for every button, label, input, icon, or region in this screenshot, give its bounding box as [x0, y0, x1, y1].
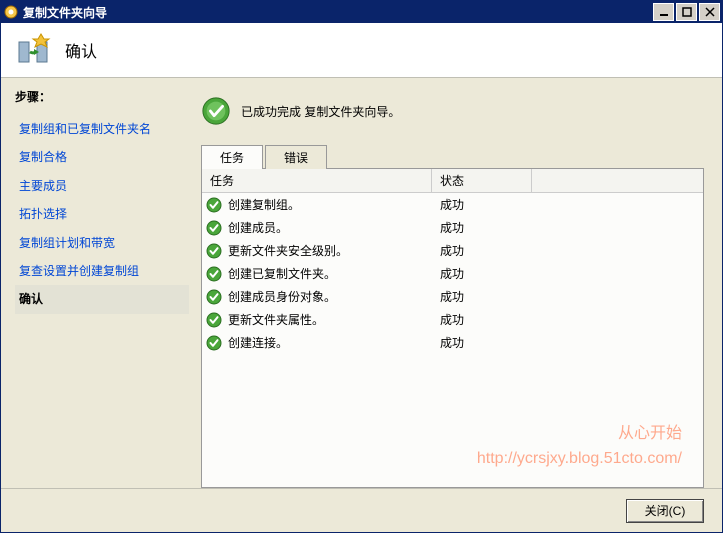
- steps-list: 复制组和已复制文件夹名 复制合格 主要成员 拓扑选择 复制组计划和带宽 复查设置…: [15, 115, 189, 314]
- status-cell: 成功: [436, 218, 536, 237]
- tab-errors[interactable]: 错误: [265, 145, 327, 169]
- task-cell: 创建连接。: [224, 333, 436, 352]
- steps-sidebar: 步骤： 复制组和已复制文件夹名 复制合格 主要成员 拓扑选择 复制组计划和带宽 …: [1, 78, 189, 488]
- wizard-body: 步骤： 复制组和已复制文件夹名 复制合格 主要成员 拓扑选择 复制组计划和带宽 …: [1, 78, 722, 488]
- task-row[interactable]: 创建已复制文件夹。成功: [202, 262, 703, 285]
- status-cell: 成功: [436, 264, 536, 283]
- task-cell: 创建复制组。: [224, 195, 436, 214]
- success-icon: [206, 335, 222, 351]
- wizard-header-icon: [13, 30, 53, 70]
- step-review-create[interactable]: 复查设置并创建复制组: [15, 257, 189, 285]
- status-cell: 成功: [436, 241, 536, 260]
- close-wizard-button[interactable]: 关闭(C): [626, 499, 704, 523]
- step-primary-member[interactable]: 主要成员: [15, 172, 189, 200]
- step-replication-group-name[interactable]: 复制组和已复制文件夹名: [15, 115, 189, 143]
- success-row: 已成功完成 复制文件夹向导。: [201, 96, 704, 126]
- task-cell: 创建已复制文件夹。: [224, 264, 436, 283]
- success-icon: [206, 266, 222, 282]
- main-content: 已成功完成 复制文件夹向导。 任务 错误 任务 状态 创建复制组。成功创建成员。…: [189, 78, 722, 488]
- task-cell: 更新文件夹属性。: [224, 310, 436, 329]
- success-message: 已成功完成 复制文件夹向导。: [241, 103, 400, 120]
- success-icon: [206, 243, 222, 259]
- titlebar: 复制文件夹向导: [1, 1, 722, 23]
- step-confirmation[interactable]: 确认: [15, 285, 189, 313]
- wizard-header: 确认: [1, 23, 722, 78]
- task-row[interactable]: 创建复制组。成功: [202, 193, 703, 216]
- wizard-header-title: 确认: [65, 38, 97, 62]
- task-cell: 更新文件夹安全级别。: [224, 241, 436, 260]
- close-button[interactable]: [699, 3, 720, 21]
- success-icon: [206, 197, 222, 213]
- column-header-status[interactable]: 状态: [432, 169, 532, 192]
- column-header-task[interactable]: 任务: [202, 169, 432, 192]
- status-cell: 成功: [436, 195, 536, 214]
- task-cell: 创建成员身份对象。: [224, 287, 436, 306]
- minimize-button[interactable]: [653, 3, 674, 21]
- success-icon: [206, 289, 222, 305]
- titlebar-buttons: [653, 3, 720, 21]
- wizard-footer: 关闭(C): [1, 488, 722, 532]
- tabs: 任务 错误: [201, 144, 704, 168]
- task-row[interactable]: 创建成员。成功: [202, 216, 703, 239]
- step-replication-eligibility[interactable]: 复制合格: [15, 143, 189, 171]
- app-icon: [3, 4, 19, 20]
- task-row[interactable]: 更新文件夹属性。成功: [202, 308, 703, 331]
- step-schedule-bandwidth[interactable]: 复制组计划和带宽: [15, 229, 189, 257]
- task-row[interactable]: 更新文件夹安全级别。成功: [202, 239, 703, 262]
- window-title: 复制文件夹向导: [23, 4, 653, 21]
- maximize-button[interactable]: [676, 3, 697, 21]
- success-icon: [206, 312, 222, 328]
- wizard-window: 复制文件夹向导 确认 步骤： 复制组和已复制文件夹名 复制合格: [0, 0, 723, 533]
- task-row[interactable]: 创建连接。成功: [202, 331, 703, 354]
- task-cell: 创建成员。: [224, 218, 436, 237]
- status-cell: 成功: [436, 310, 536, 329]
- list-header: 任务 状态: [202, 169, 703, 193]
- status-cell: 成功: [436, 287, 536, 306]
- success-check-icon: [201, 96, 231, 126]
- task-list: 创建复制组。成功创建成员。成功更新文件夹安全级别。成功创建已复制文件夹。成功创建…: [202, 193, 703, 487]
- tab-tasks[interactable]: 任务: [201, 145, 263, 169]
- success-icon: [206, 220, 222, 236]
- steps-label: 步骤：: [15, 88, 189, 105]
- task-row[interactable]: 创建成员身份对象。成功: [202, 285, 703, 308]
- tasks-panel: 任务 状态 创建复制组。成功创建成员。成功更新文件夹安全级别。成功创建已复制文件…: [201, 168, 704, 488]
- status-cell: 成功: [436, 333, 536, 352]
- step-topology[interactable]: 拓扑选择: [15, 200, 189, 228]
